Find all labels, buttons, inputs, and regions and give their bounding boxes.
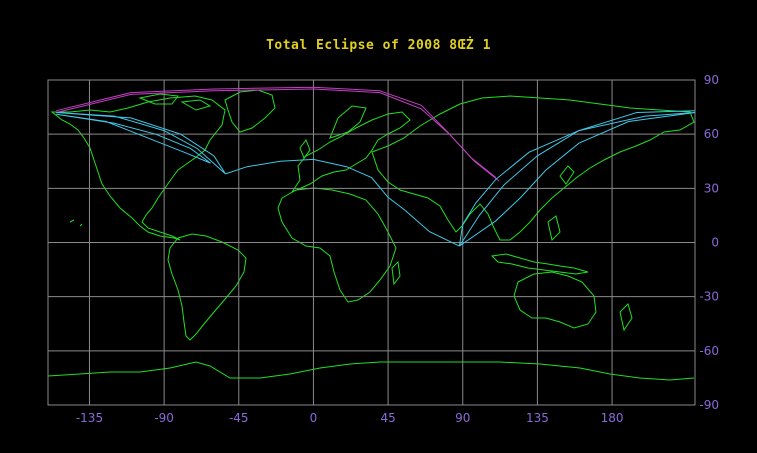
coastline-new-zealand xyxy=(619,303,633,332)
x-tick-label: 180 xyxy=(601,411,624,425)
eclipse-paths xyxy=(56,86,696,247)
x-tick-label: 0 xyxy=(310,411,318,425)
umbra-path-north xyxy=(56,86,497,178)
x-tick-label: -45 xyxy=(229,411,249,425)
coastline-scandinavia xyxy=(329,105,367,139)
coastline-antarctica xyxy=(47,361,695,381)
penumbra-path-inner-loop-east-b xyxy=(458,112,696,247)
x-tick-label: 135 xyxy=(526,411,549,425)
penumbra-path-south-limit xyxy=(225,158,460,247)
penumbra-path-inner-loop-east-a xyxy=(459,112,696,247)
x-tick-label: -135 xyxy=(76,411,103,425)
x-tick-label: 45 xyxy=(380,411,395,425)
umbra-path-south xyxy=(56,88,500,182)
y-tick-label: 0 xyxy=(711,236,719,250)
y-tick-label: -30 xyxy=(699,290,719,304)
coastline-indonesia xyxy=(490,253,589,275)
x-tick-label: -90 xyxy=(154,411,174,425)
coastline-arctic-islands xyxy=(138,93,212,111)
coastline-south-america xyxy=(167,233,247,341)
coastline-philippines xyxy=(547,215,561,241)
graticule xyxy=(47,79,696,406)
penumbra-path-outer-loop-west xyxy=(56,112,226,175)
coastline-asia xyxy=(371,95,695,241)
y-tick-label: -60 xyxy=(699,344,719,358)
coastline-hawaii xyxy=(69,219,83,227)
y-tick-label: 30 xyxy=(704,181,719,195)
coastline-greenland xyxy=(224,89,276,133)
axis-tick-labels: -135 -90 -45 0 45 90 135 180 90 60 30 0 -30 -60 -90 xyxy=(76,73,719,425)
y-tick-label: -90 xyxy=(699,398,719,412)
y-tick-label: 60 xyxy=(704,127,719,141)
coastlines xyxy=(47,89,695,381)
coastline-australia xyxy=(513,271,597,329)
y-tick-label: 90 xyxy=(704,73,719,87)
x-tick-label: 90 xyxy=(455,411,470,425)
coastline-europe xyxy=(290,111,411,194)
coastline-madagascar xyxy=(391,260,401,286)
eclipse-map: -135 -90 -45 0 45 90 135 180 90 60 30 0 -30 -60 -90 xyxy=(47,73,719,425)
coastline-africa xyxy=(277,187,397,303)
